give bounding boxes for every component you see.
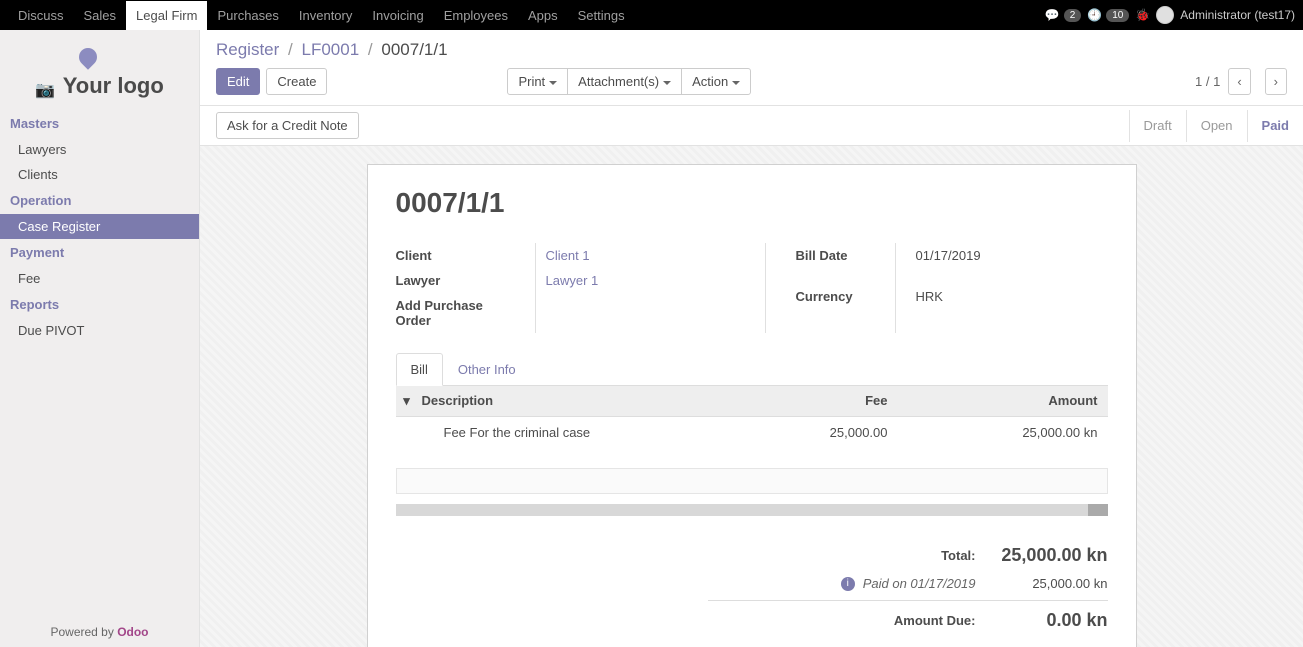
- section-reports[interactable]: Reports: [0, 291, 199, 318]
- clock-icon: 🕘: [1087, 8, 1102, 22]
- pager-text: 1 / 1: [1195, 74, 1220, 89]
- status-open[interactable]: Open: [1186, 110, 1247, 142]
- nav-apps[interactable]: Apps: [518, 1, 568, 30]
- menu-clients[interactable]: Clients: [0, 162, 199, 187]
- topnav: Discuss Sales Legal Firm Purchases Inven…: [0, 0, 1303, 30]
- list-header: ▾ Description Fee Amount: [396, 386, 1108, 417]
- total-value: 25,000.00 kn: [998, 545, 1108, 566]
- status-draft[interactable]: Draft: [1129, 110, 1186, 142]
- label-currency: Currency: [796, 284, 865, 309]
- cell-amount: 25,000.00 kn: [918, 425, 1108, 440]
- nav-sales[interactable]: Sales: [74, 1, 127, 30]
- activity-badge[interactable]: 🕘 10: [1087, 8, 1129, 22]
- totals: Total: 25,000.00 kn i Paid on 01/17/2019…: [708, 540, 1108, 636]
- camera-icon: 📷: [35, 82, 55, 99]
- col-description[interactable]: Description: [418, 393, 748, 409]
- powered-by: Powered by Odoo: [0, 617, 199, 647]
- label-apo: Add Purchase Order: [396, 293, 505, 333]
- logo-text: Your logo: [63, 73, 164, 98]
- avatar[interactable]: [1156, 6, 1174, 24]
- section-operation[interactable]: Operation: [0, 187, 199, 214]
- label-client: Client: [396, 243, 505, 268]
- sidebar: 📷 Your logo Masters Lawyers Clients Oper…: [0, 30, 200, 647]
- form-sheet: 0007/1/1 Client Lawyer Add Purchase Orde…: [367, 164, 1137, 647]
- status-paid[interactable]: Paid: [1247, 110, 1303, 142]
- action-button-group: Print Attachment(s) Action: [507, 68, 751, 95]
- due-label: Amount Due:: [894, 613, 976, 628]
- print-button[interactable]: Print: [507, 68, 568, 95]
- action-button[interactable]: Action: [681, 68, 751, 95]
- nav-employees[interactable]: Employees: [434, 1, 518, 30]
- caret-down-icon[interactable]: ▾: [396, 393, 418, 409]
- paid-label: Paid on 01/17/2019: [863, 576, 976, 591]
- caret-icon: [549, 81, 557, 85]
- menu-case-register[interactable]: Case Register: [0, 214, 199, 239]
- nav-settings[interactable]: Settings: [568, 1, 635, 30]
- tabs: Bill Other Info: [396, 353, 1108, 386]
- menu-lawyers[interactable]: Lawyers: [0, 137, 199, 162]
- col-fee[interactable]: Fee: [748, 393, 918, 409]
- value-bill-date: 01/17/2019: [916, 243, 981, 268]
- status-pills: Draft Open Paid: [1129, 110, 1303, 142]
- attachments-button[interactable]: Attachment(s): [567, 68, 682, 95]
- create-button[interactable]: Create: [266, 68, 327, 95]
- status-row: Ask for a Credit Note Draft Open Paid: [200, 106, 1303, 146]
- breadcrumb-current: 0007/1/1: [381, 40, 447, 59]
- cell-description: Fee For the criminal case: [418, 425, 748, 440]
- credit-note-button[interactable]: Ask for a Credit Note: [216, 112, 359, 139]
- menu-due-pivot[interactable]: Due PIVOT: [0, 318, 199, 343]
- due-value: 0.00 kn: [998, 610, 1108, 631]
- control-panel: Register / LF0001 / 0007/1/1 Edit Create…: [200, 30, 1303, 106]
- nav-invoicing[interactable]: Invoicing: [362, 1, 433, 30]
- user-name[interactable]: Administrator (test17): [1180, 8, 1295, 22]
- section-payment[interactable]: Payment: [0, 239, 199, 266]
- col-amount[interactable]: Amount: [918, 393, 1108, 409]
- nav-inventory[interactable]: Inventory: [289, 1, 362, 30]
- empty-line-box: [396, 468, 1108, 494]
- edit-button[interactable]: Edit: [216, 68, 260, 95]
- breadcrumb-register[interactable]: Register: [216, 40, 279, 59]
- speech-icon: 💬: [1045, 8, 1060, 22]
- pager: 1 / 1 ‹ ›: [1195, 68, 1287, 95]
- logo: 📷 Your logo: [0, 30, 199, 110]
- record-title: 0007/1/1: [396, 187, 1108, 219]
- tab-bill[interactable]: Bill: [396, 353, 443, 386]
- total-label: Total:: [941, 548, 975, 563]
- tab-other-info[interactable]: Other Info: [443, 353, 531, 386]
- breadcrumb: Register / LF0001 / 0007/1/1: [216, 40, 1287, 68]
- breadcrumb-lf0001[interactable]: LF0001: [302, 40, 360, 59]
- list-row[interactable]: Fee For the criminal case 25,000.00 25,0…: [396, 417, 1108, 448]
- bug-icon[interactable]: 🐞: [1135, 8, 1150, 22]
- main: Register / LF0001 / 0007/1/1 Edit Create…: [200, 30, 1303, 647]
- menu-fee[interactable]: Fee: [0, 266, 199, 291]
- caret-icon: [663, 81, 671, 85]
- value-client[interactable]: Client 1: [546, 243, 735, 268]
- paid-value: 25,000.00 kn: [998, 576, 1108, 591]
- horizontal-scrollbar[interactable]: [396, 504, 1108, 516]
- pager-next[interactable]: ›: [1265, 68, 1287, 95]
- pager-prev[interactable]: ‹: [1228, 68, 1250, 95]
- caret-icon: [732, 81, 740, 85]
- value-lawyer[interactable]: Lawyer 1: [546, 268, 735, 293]
- label-lawyer: Lawyer: [396, 268, 505, 293]
- info-icon[interactable]: i: [841, 577, 855, 591]
- messaging-badge[interactable]: 💬 2: [1045, 8, 1082, 22]
- nav-purchases[interactable]: Purchases: [207, 1, 288, 30]
- nav-legal-firm[interactable]: Legal Firm: [126, 1, 207, 30]
- cell-fee: 25,000.00: [748, 425, 918, 440]
- value-currency: HRK: [916, 284, 981, 309]
- logo-drop-icon: [75, 44, 100, 69]
- nav-discuss[interactable]: Discuss: [8, 1, 74, 30]
- section-masters[interactable]: Masters: [0, 110, 199, 137]
- label-bill-date: Bill Date: [796, 243, 865, 268]
